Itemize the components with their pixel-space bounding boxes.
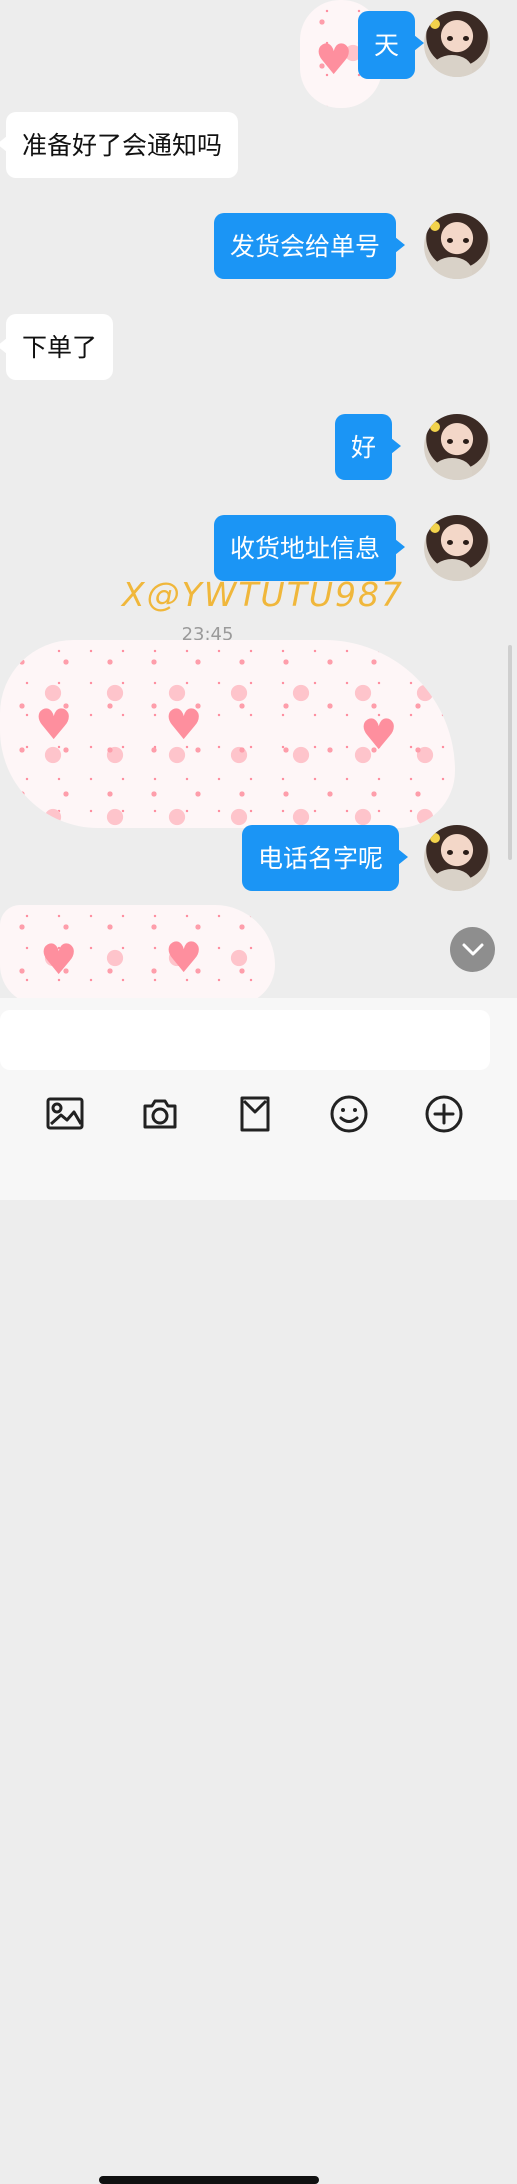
message-text: 发货会给单号 [230, 231, 381, 261]
toolbar [44, 1090, 465, 1138]
flower-icon [430, 523, 440, 533]
flower-icon [430, 221, 440, 231]
emoji-icon[interactable] [328, 1093, 370, 1135]
eye-icon [463, 439, 469, 444]
eye-icon [463, 850, 469, 855]
message-text: 好 [351, 432, 377, 462]
message-text: 电话名字呢 [258, 843, 384, 873]
redaction-sticker: ♥ ♥ ♥ [0, 640, 455, 828]
watermark: X@YWTUTU987 [122, 575, 405, 614]
flower-icon [430, 833, 440, 843]
avatar[interactable] [424, 414, 490, 480]
chat-history: ♥ 天 准备好了会通知吗 发货会给单号 下单了 好 收货地址信息 X@YWTUT… [0, 0, 517, 998]
eye-icon [463, 238, 469, 243]
cat-icon [432, 869, 472, 891]
flower-icon [430, 422, 440, 432]
chevron-down-icon [462, 943, 483, 955]
avatar[interactable] [424, 11, 490, 77]
redaction-sticker: ♥ ♥ [0, 905, 275, 998]
message-bubble-outgoing[interactable]: 天 [358, 11, 425, 79]
message-bubble-outgoing[interactable]: 好 [335, 414, 402, 480]
cat-icon [432, 55, 472, 77]
eye-icon [463, 36, 469, 41]
message-text: 收货地址信息 [230, 533, 381, 563]
scrollbar[interactable] [508, 645, 512, 860]
eye-icon [447, 439, 453, 444]
message-input[interactable] [0, 1010, 490, 1070]
plus-icon[interactable] [423, 1093, 465, 1135]
home-indicator [99, 2176, 319, 2184]
eye-icon [447, 238, 453, 243]
message-bubble-outgoing[interactable]: 收货地址信息 [214, 515, 406, 581]
avatar[interactable] [424, 825, 490, 891]
bag-icon[interactable] [234, 1093, 276, 1135]
cat-icon [432, 559, 472, 581]
flower-icon [430, 19, 440, 29]
image-icon[interactable] [44, 1093, 86, 1135]
input-area [0, 998, 517, 2184]
message-bubble-incoming[interactable]: 下单了 [0, 314, 114, 380]
message-bubble-outgoing[interactable]: 电话名字呢 [242, 825, 409, 891]
message-text: 下单了 [22, 332, 98, 362]
eye-icon [463, 540, 469, 545]
avatar[interactable] [424, 515, 490, 581]
message-bubble-incoming[interactable]: 准备好了会通知吗 [0, 112, 239, 178]
camera-icon[interactable] [139, 1093, 181, 1135]
eye-icon [447, 36, 453, 41]
scroll-down-button[interactable] [450, 927, 495, 972]
eye-icon [447, 540, 453, 545]
avatar[interactable] [424, 213, 490, 279]
message-text: 天 [374, 30, 400, 60]
cat-icon [432, 257, 472, 279]
message-text: 准备好了会通知吗 [22, 130, 223, 160]
cat-icon [432, 458, 472, 480]
eye-icon [447, 850, 453, 855]
message-bubble-outgoing[interactable]: 发货会给单号 [214, 213, 406, 279]
